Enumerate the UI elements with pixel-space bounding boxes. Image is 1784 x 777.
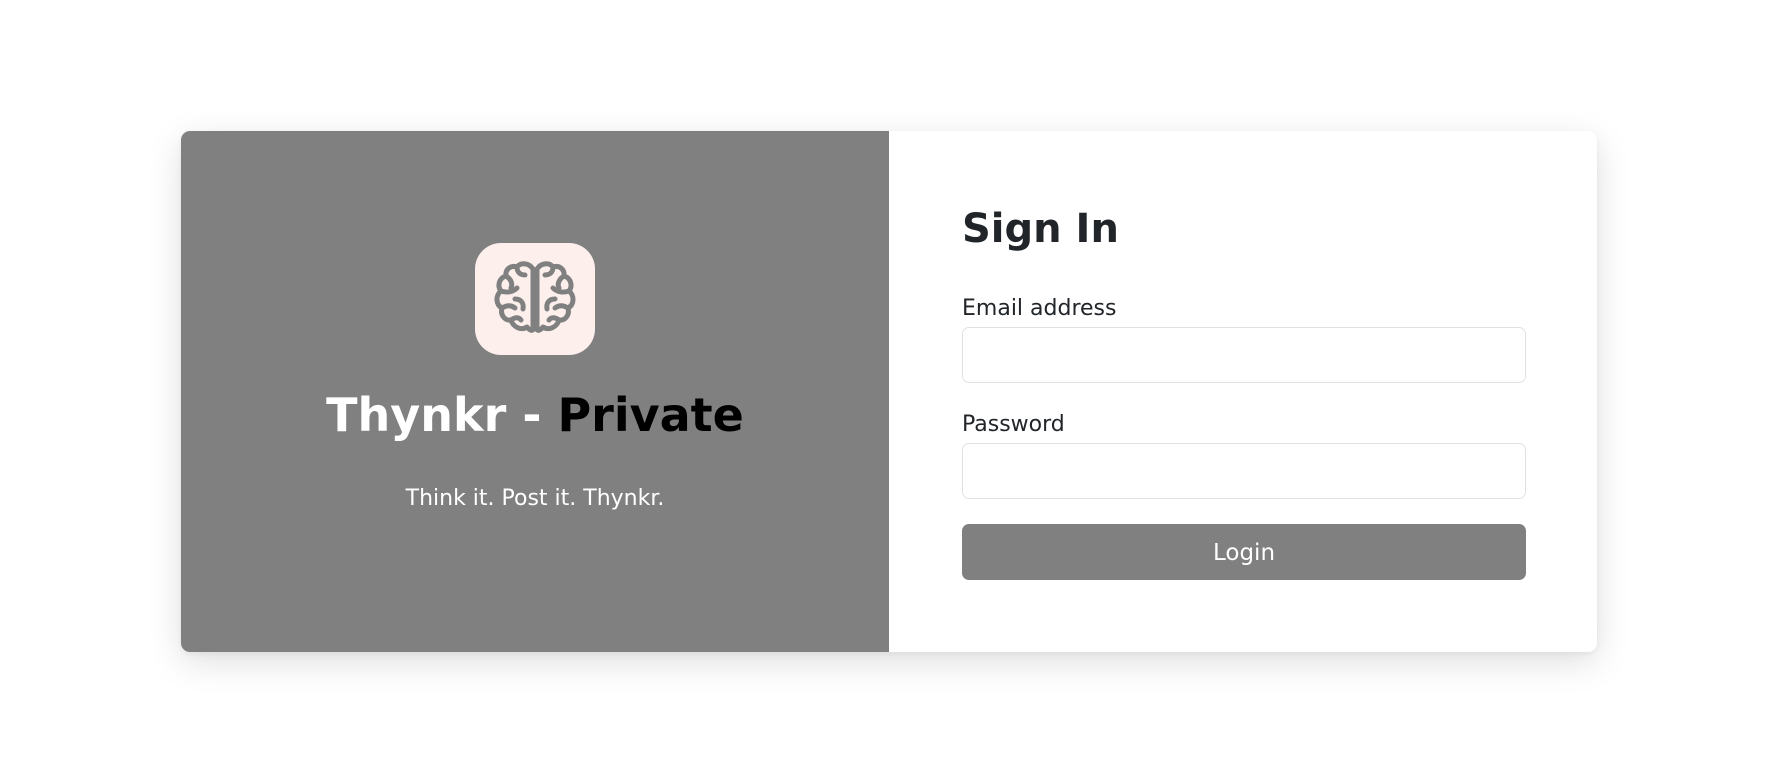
- login-card: Thynkr - Private Think it. Post it. Thyn…: [181, 131, 1597, 652]
- login-page: Thynkr - Private Think it. Post it. Thyn…: [0, 0, 1784, 777]
- form-title: Sign In: [962, 206, 1119, 252]
- sign-in-form: Sign In Email address Password Login: [889, 131, 1597, 652]
- password-label: Password: [962, 412, 1065, 437]
- brand-variant: Private: [557, 388, 744, 442]
- email-input[interactable]: [962, 327, 1526, 383]
- brand-panel: Thynkr - Private Think it. Post it. Thyn…: [181, 131, 889, 652]
- password-input[interactable]: [962, 443, 1526, 499]
- brand-name: Thynkr: [326, 388, 507, 442]
- email-label: Email address: [962, 296, 1117, 321]
- login-button[interactable]: Login: [962, 524, 1526, 580]
- logo: [475, 243, 595, 355]
- brand-separator: -: [522, 388, 542, 442]
- brand-tagline: Think it. Post it. Thynkr.: [405, 486, 665, 511]
- brain-icon: [494, 261, 576, 333]
- brand-title: Thynkr - Private: [181, 387, 889, 443]
